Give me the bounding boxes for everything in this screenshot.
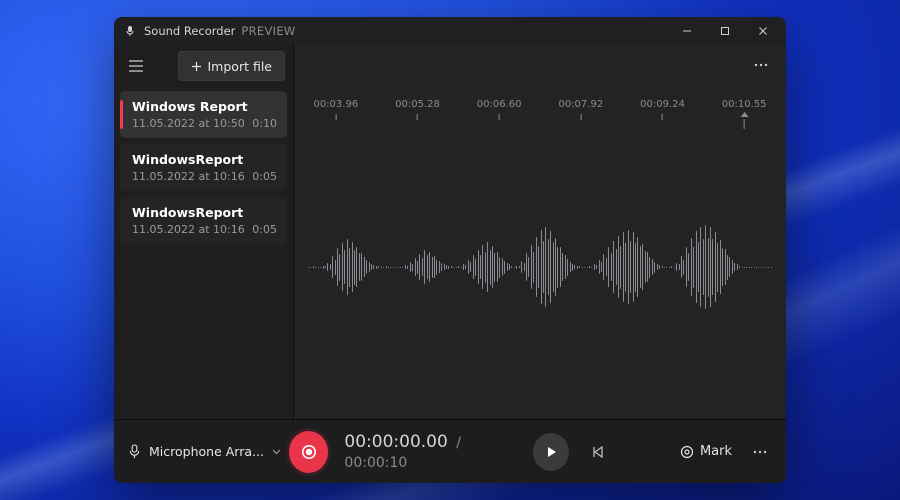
app-title: Sound Recorder: [144, 24, 235, 38]
playback-more-button[interactable]: [748, 450, 772, 454]
more-options-button[interactable]: [746, 51, 776, 79]
timeline-tick: 00:06.60: [477, 99, 522, 120]
waveform-area[interactable]: [294, 127, 786, 419]
recording-item[interactable]: Windows Report 11.05.2022 at 10:50 0:10: [120, 91, 287, 138]
time-display: 00:00:00.00 / 00:00:10: [344, 432, 517, 472]
chevron-down-icon: [272, 449, 281, 455]
mark-label: Mark: [700, 444, 732, 459]
timeline-tick: 00:03.96: [313, 99, 358, 120]
plus-icon: [191, 61, 202, 72]
total-time: 00:00:10: [344, 455, 407, 471]
play-icon: [544, 445, 558, 459]
timeline-tick: 00:07.92: [558, 99, 603, 120]
skip-back-icon: [591, 445, 605, 459]
record-icon: [301, 444, 317, 460]
controls-bar: Microphone Arra... 00:00:00.00 / 00:00:1…: [114, 419, 786, 483]
recording-date: 11.05.2022 at 10:16: [132, 223, 245, 236]
recording-title: WindowsReport: [132, 205, 277, 220]
recording-date: 11.05.2022 at 10:50: [132, 117, 245, 130]
import-label: Import file: [208, 59, 273, 74]
import-file-button[interactable]: Import file: [178, 51, 286, 81]
close-button[interactable]: [744, 17, 782, 45]
mark-button[interactable]: Mark: [680, 444, 732, 459]
waveform: [308, 222, 772, 312]
microphone-icon: [128, 444, 141, 459]
preview-badge: PREVIEW: [241, 24, 295, 38]
titlebar: Sound Recorder PREVIEW: [114, 17, 786, 45]
recording-title: WindowsReport: [132, 152, 277, 167]
record-button[interactable]: [289, 431, 328, 473]
sidebar: Import file Windows Report 11.05.2022 at …: [114, 45, 294, 419]
skip-back-button[interactable]: [585, 438, 611, 466]
app-icon: [124, 25, 136, 37]
recording-item[interactable]: WindowsReport 11.05.2022 at 10:16 0:05: [120, 197, 287, 244]
recording-duration: 0:10: [252, 117, 277, 130]
recording-title: Windows Report: [132, 99, 277, 114]
recording-date: 11.05.2022 at 10:16: [132, 170, 245, 183]
maximize-button[interactable]: [706, 17, 744, 45]
menu-toggle-button[interactable]: [122, 52, 150, 80]
minimize-button[interactable]: [668, 17, 706, 45]
main-panel: 00:03.96 00:05.28 00:06.60 00:07.92 00:09.24…: [294, 45, 786, 419]
timeline-ruler[interactable]: 00:03.96 00:05.28 00:06.60 00:07.92 00:09.24…: [308, 99, 772, 127]
timeline-tick: 00:09.24: [640, 99, 685, 120]
microphone-picker[interactable]: Microphone Arra...: [128, 444, 281, 459]
recording-item[interactable]: WindowsReport 11.05.2022 at 10:16 0:05: [120, 144, 287, 191]
mark-icon: [680, 445, 694, 459]
recording-list: Windows Report11.05.2022 at 10:500:10Win…: [114, 91, 293, 244]
timeline-tick: 00:05.28: [395, 99, 440, 120]
recording-duration: 0:05: [252, 170, 277, 183]
microphone-label: Microphone Arra...: [149, 444, 264, 459]
recording-duration: 0:05: [252, 223, 277, 236]
timeline-tick: 00:10.55: [722, 99, 767, 129]
app-window: Sound Recorder PREVIEW Import file Windo…: [114, 17, 786, 483]
current-time: 00:00:00.00: [344, 432, 447, 452]
play-button[interactable]: [533, 433, 569, 471]
